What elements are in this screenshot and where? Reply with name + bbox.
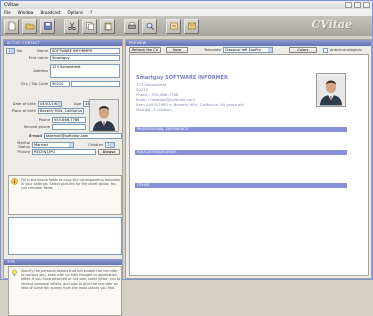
cut-button[interactable] (64, 18, 79, 34)
info-icon (11, 178, 18, 185)
menu-broadcast[interactable]: Broadcast (40, 10, 60, 15)
preview-panel-header: PREVIEW (126, 40, 371, 46)
scissors-icon (67, 22, 76, 31)
notes-textarea[interactable] (8, 217, 122, 255)
pob-label: Place of birth (11, 108, 36, 113)
antichronological-label: Antichronological (329, 48, 362, 52)
preview-button[interactable] (142, 18, 157, 34)
print-icon (127, 22, 136, 29)
pob-field[interactable]: Beverly Hills, California (38, 108, 84, 114)
email-field[interactable]: fakemail@softinfor.com (44, 133, 122, 139)
phone-field[interactable]: 555-666-7788 (52, 117, 86, 123)
preview-panel: PREVIEW Refresh the CV Save Template Cla… (125, 39, 372, 279)
name-field[interactable]: SOFTWARE INFORMER (50, 48, 120, 54)
new-document-icon (8, 21, 15, 31)
first-name-label: First name (28, 55, 48, 60)
contact-photo (89, 99, 119, 132)
section-other: OTHER (135, 183, 347, 188)
phone-label: Phone (38, 117, 50, 122)
cv-preview: Smartguy SOFTWARE INFORMER 123 Somestree… (129, 54, 369, 276)
export-button[interactable] (166, 18, 181, 34)
refresh-cv-button[interactable]: Refresh the CV (129, 47, 161, 53)
title-bar: CVitae (1, 1, 372, 9)
toolbar: CVitae (1, 16, 372, 36)
person-photo-icon (90, 100, 118, 131)
section-professional-experience: PROFESSIONAL EXPERIENCE (135, 127, 347, 132)
first-name-field[interactable]: Smartguy (50, 55, 120, 61)
save-disk-icon (43, 22, 52, 30)
app-window: CVitae File Window Broadcast Options ? C… (0, 0, 373, 316)
app-logo: CVitae (311, 18, 352, 31)
tip-text: Fill in the above fields to copy the cor… (21, 178, 120, 191)
save-cv-button[interactable]: Save (166, 47, 188, 53)
person-photo-icon (317, 74, 345, 106)
broadcast-button[interactable] (184, 18, 199, 34)
picture-field[interactable]: RECENT.JPG (32, 149, 96, 155)
address-field[interactable]: 123 Somestreet (50, 64, 120, 78)
print-button[interactable] (124, 18, 139, 34)
export-icon (169, 22, 178, 30)
copy-icon (85, 22, 94, 30)
zip-field[interactable]: 90210 (50, 81, 70, 87)
colors-button[interactable]: Colors (288, 47, 317, 53)
cv-marital: Married, 2 children (136, 107, 172, 112)
save-button[interactable] (40, 18, 55, 34)
city-zip-label: City / Zip Code (20, 81, 48, 86)
window-title: CVitae (4, 2, 19, 8)
children-select[interactable]: 2 (105, 142, 116, 148)
marital-status-label: Marital Status (17, 141, 30, 149)
address-label: Address (33, 69, 48, 73)
tip-box: Fill in the above fields to copy the cor… (8, 175, 122, 215)
age-label: Age (74, 101, 82, 106)
preview-icon (146, 22, 154, 30)
open-button[interactable] (22, 18, 37, 34)
section-education: EDUCATION/DEGREES (135, 150, 347, 155)
picture-label: Picture (17, 150, 30, 154)
name-label: Name (37, 48, 48, 53)
tips-header: TIPS (4, 259, 122, 265)
copy-button[interactable] (82, 18, 97, 34)
antichronological-checkbox[interactable] (322, 47, 328, 53)
template-select[interactable]: Classical left ExpPro (222, 47, 273, 53)
contact-panel-header: ACTIVE CONTACT (4, 40, 122, 46)
dob-field[interactable]: 04/03/1980 (38, 101, 62, 107)
second-phone-field[interactable] (52, 124, 86, 130)
second-phone-label: Second phone (23, 124, 50, 129)
tips-box: Specify the personal details that will e… (8, 266, 122, 316)
children-label: Children (88, 143, 104, 147)
menu-window[interactable]: Window (18, 10, 34, 15)
cv-name: Smartguy SOFTWARE INFORMER (136, 75, 228, 81)
menu-file[interactable]: File (4, 10, 11, 15)
close-button[interactable] (363, 2, 370, 8)
maximize-button[interactable] (354, 2, 361, 8)
marital-status-select[interactable]: Married (32, 142, 74, 148)
bulb-icon (12, 269, 17, 276)
browse-button[interactable]: Browse (98, 149, 120, 155)
menu-bar: File Window Broadcast Options ? (1, 9, 372, 16)
dob-label: Date of birth (12, 101, 36, 106)
broadcast-icon (187, 22, 196, 30)
city-field[interactable] (71, 81, 120, 87)
paste-button[interactable] (100, 18, 115, 34)
open-folder-icon (25, 23, 34, 30)
menu-options[interactable]: Options (68, 10, 83, 15)
menu-help[interactable]: ? (90, 10, 92, 15)
paste-icon (104, 22, 111, 31)
minimize-button[interactable] (345, 2, 352, 8)
template-label: Template (204, 48, 221, 52)
new-document-button[interactable] (4, 18, 19, 34)
contact-panel: ACTIVE CONTACT 1 No Name SOFTWARE INFORM… (3, 39, 123, 316)
cv-photo (316, 73, 346, 107)
email-label: E-mail (29, 133, 42, 138)
